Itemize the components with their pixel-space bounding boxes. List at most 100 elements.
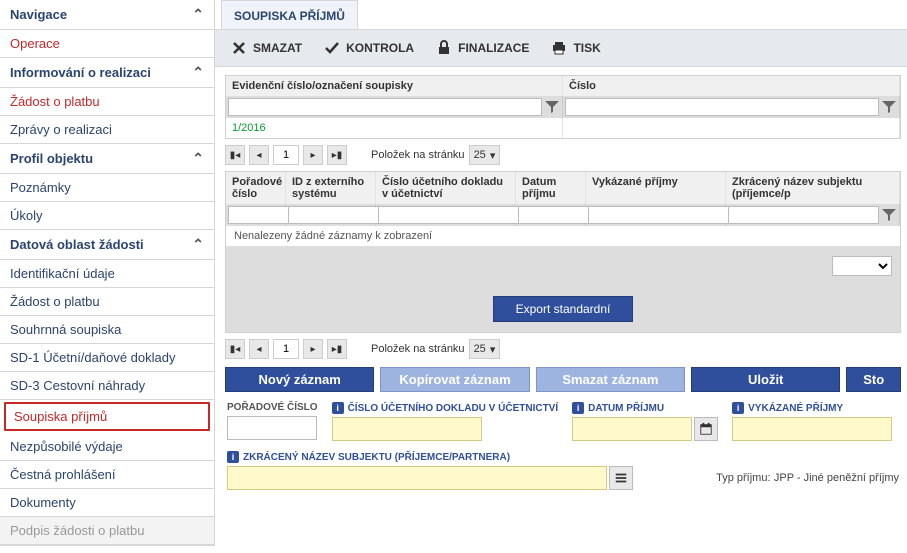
pager-prev[interactable]: ◂ bbox=[249, 339, 269, 359]
cell-evidencni[interactable]: 1/2016 bbox=[226, 118, 563, 138]
field-vykazane: i VYKÁZANÉ PŘÍJMY bbox=[732, 402, 892, 441]
main-area: SOUPISKA PŘÍJMŮ SMAZAT KONTROLA FINALIZA… bbox=[215, 0, 907, 546]
sidebar-item-cestna[interactable]: Čestná prohlášení bbox=[0, 461, 214, 489]
grid-prijmy: Pořadové číslo ID z externího systému Čí… bbox=[225, 171, 901, 333]
print-label: TISK bbox=[573, 41, 600, 55]
label-datum: i DATUM PŘÍJMU bbox=[572, 402, 718, 414]
pager-per-page[interactable]: 25 ▾ bbox=[469, 339, 501, 359]
pager-last[interactable]: ▸▮ bbox=[327, 339, 347, 359]
sidebar-item-label: Nezpůsobilé výdaje bbox=[10, 439, 123, 454]
sidebar-item-dokumenty[interactable]: Dokumenty bbox=[0, 489, 214, 517]
filter-evidencni[interactable] bbox=[228, 98, 542, 116]
sidebar-item-label: Souhrnná soupiska bbox=[10, 322, 121, 337]
info-icon: i bbox=[732, 402, 744, 414]
cancel-button[interactable]: Sto bbox=[846, 367, 901, 392]
col-poradove: Pořadové číslo bbox=[226, 172, 286, 204]
tab-soupiska[interactable]: SOUPISKA PŘÍJMŮ bbox=[221, 0, 358, 29]
form-row2: i ZKRÁCENÝ NÁZEV SUBJEKTU (PŘÍJEMCE/PART… bbox=[219, 445, 907, 496]
sidebar-item-soupiska-prijmu[interactable]: Soupiska příjmů bbox=[4, 402, 210, 431]
new-record-button[interactable]: Nový záznam bbox=[225, 367, 374, 392]
chevron-up-icon: ⌃ bbox=[192, 236, 204, 253]
sidebar-item-nezpusobile[interactable]: Nezpůsobilé výdaje bbox=[0, 433, 214, 461]
check-button[interactable]: KONTROLA bbox=[314, 34, 424, 62]
cell-cislo bbox=[563, 118, 900, 138]
sidebar-item-operace[interactable]: Operace bbox=[0, 30, 214, 58]
sidebar-item-zadost2[interactable]: Žádost o platbu bbox=[0, 288, 214, 316]
sidebar-item-label: Profil objektu bbox=[10, 151, 93, 166]
input-vykazane[interactable] bbox=[732, 417, 892, 441]
check-icon bbox=[324, 40, 340, 56]
chevron-up-icon: ⌃ bbox=[192, 6, 204, 23]
pager-page-input[interactable] bbox=[273, 339, 299, 359]
input-cislo-doklad[interactable] bbox=[332, 417, 482, 441]
pager-next[interactable]: ▸ bbox=[303, 145, 323, 165]
filter-icon[interactable] bbox=[881, 99, 897, 115]
sidebar-item-label: Soupiska příjmů bbox=[14, 409, 107, 424]
list-icon bbox=[614, 471, 628, 485]
sidebar-item-profil[interactable]: Profil objektu ⌃ bbox=[0, 144, 214, 174]
typ-label: Typ příjmu: bbox=[716, 472, 770, 484]
field-cislo-doklad: i ČÍSLO ÚČETNÍHO DOKLADU V ÚČETNICTVÍ bbox=[332, 402, 559, 441]
finalize-button[interactable]: FINALIZACE bbox=[426, 34, 539, 62]
export-button[interactable]: Export standardní bbox=[493, 296, 634, 322]
no-records-msg: Nenalezeny žádné záznamy k zobrazení bbox=[226, 226, 900, 246]
sidebar-item-label: Datová oblast žádosti bbox=[10, 237, 144, 252]
pager-per-page[interactable]: 25 ▾ bbox=[469, 145, 501, 165]
typ-value: JPP - Jiné peněžní příjmy bbox=[774, 472, 899, 484]
sidebar-item-sd1[interactable]: SD-1 Účetní/daňové doklady bbox=[0, 344, 214, 372]
delete-record-button[interactable]: Smazat záznam bbox=[536, 367, 685, 392]
delete-button[interactable]: SMAZAT bbox=[221, 34, 312, 62]
save-button[interactable]: Uložit bbox=[691, 367, 840, 392]
form-row1: POŘADOVÉ ČÍSLO i ČÍSLO ÚČETNÍHO DOKLADU … bbox=[219, 398, 907, 445]
sidebar-item-label: Poznámky bbox=[10, 180, 71, 195]
sidebar-item-informovani[interactable]: Informování o realizaci ⌃ bbox=[0, 58, 214, 88]
sidebar-item-souhrnna[interactable]: Souhrnná soupiska bbox=[0, 316, 214, 344]
sidebar-item-label: Navigace bbox=[10, 7, 67, 22]
pager-page-input[interactable] bbox=[273, 145, 299, 165]
sidebar-item-ukoly[interactable]: Úkoly bbox=[0, 202, 214, 230]
input-zkraceny[interactable] bbox=[227, 466, 607, 490]
input-datum[interactable] bbox=[572, 417, 692, 441]
pager-first[interactable]: ▮◂ bbox=[225, 145, 245, 165]
sidebar-item-label: Podpis žádosti o platbu bbox=[10, 523, 144, 538]
finalize-label: FINALIZACE bbox=[458, 41, 529, 55]
sidebar-item-label: Operace bbox=[10, 36, 60, 51]
sidebar-item-poznamky[interactable]: Poznámky bbox=[0, 174, 214, 202]
pager-label: Položek na stránku bbox=[371, 149, 465, 161]
sidebar-item-podpis: Podpis žádosti o platbu bbox=[0, 517, 214, 545]
filter-doklad[interactable] bbox=[378, 206, 522, 224]
dropdown-icon: ▾ bbox=[490, 149, 496, 162]
action-row: Nový záznam Kopírovat záznam Smazat zázn… bbox=[225, 367, 901, 392]
filter-cislo[interactable] bbox=[565, 98, 879, 116]
print-button[interactable]: TISK bbox=[541, 34, 610, 62]
sidebar-item-datova[interactable]: Datová oblast žádosti ⌃ bbox=[0, 230, 214, 260]
sidebar-item-label: Zprávy o realizaci bbox=[10, 122, 112, 137]
filter-subjekt[interactable] bbox=[728, 206, 879, 224]
sidebar-item-zpravy[interactable]: Zprávy o realizaci bbox=[0, 116, 214, 144]
sidebar-item-label: Žádost o platbu bbox=[10, 94, 100, 109]
table-row[interactable]: 1/2016 bbox=[226, 118, 900, 138]
field-datum: i DATUM PŘÍJMU bbox=[572, 402, 718, 441]
col-vykazane: Vykázané příjmy bbox=[586, 172, 726, 204]
filter-icon[interactable] bbox=[881, 207, 897, 223]
sidebar-item-navigace[interactable]: Navigace ⌃ bbox=[0, 0, 214, 30]
sidebar-item-identifikacni[interactable]: Identifikační údaje bbox=[0, 260, 214, 288]
input-poradove[interactable] bbox=[227, 416, 317, 440]
copy-record-button[interactable]: Kopírovat záznam bbox=[380, 367, 529, 392]
content: Evidenční číslo/označení soupisky Číslo … bbox=[215, 67, 907, 496]
filter-icon[interactable] bbox=[544, 99, 560, 115]
calendar-button[interactable] bbox=[694, 417, 718, 441]
list-picker-button[interactable] bbox=[609, 466, 633, 490]
sidebar-item-sd3[interactable]: SD-3 Cestovní náhrady bbox=[0, 372, 214, 400]
pager-next[interactable]: ▸ bbox=[303, 339, 323, 359]
filter-vykazane[interactable] bbox=[588, 206, 732, 224]
dropdown-icon: ▾ bbox=[490, 343, 496, 356]
pager-first[interactable]: ▮◂ bbox=[225, 339, 245, 359]
sidebar-item-label: Čestná prohlášení bbox=[10, 467, 116, 482]
pager-prev[interactable]: ◂ bbox=[249, 145, 269, 165]
calendar-icon bbox=[699, 422, 713, 436]
export-select[interactable] bbox=[832, 256, 892, 276]
pager-last[interactable]: ▸▮ bbox=[327, 145, 347, 165]
sidebar-item-zadost-platbu[interactable]: Žádost o platbu bbox=[0, 88, 214, 116]
label-zkraceny: i ZKRÁCENÝ NÁZEV SUBJEKTU (PŘÍJEMCE/PART… bbox=[227, 451, 633, 463]
